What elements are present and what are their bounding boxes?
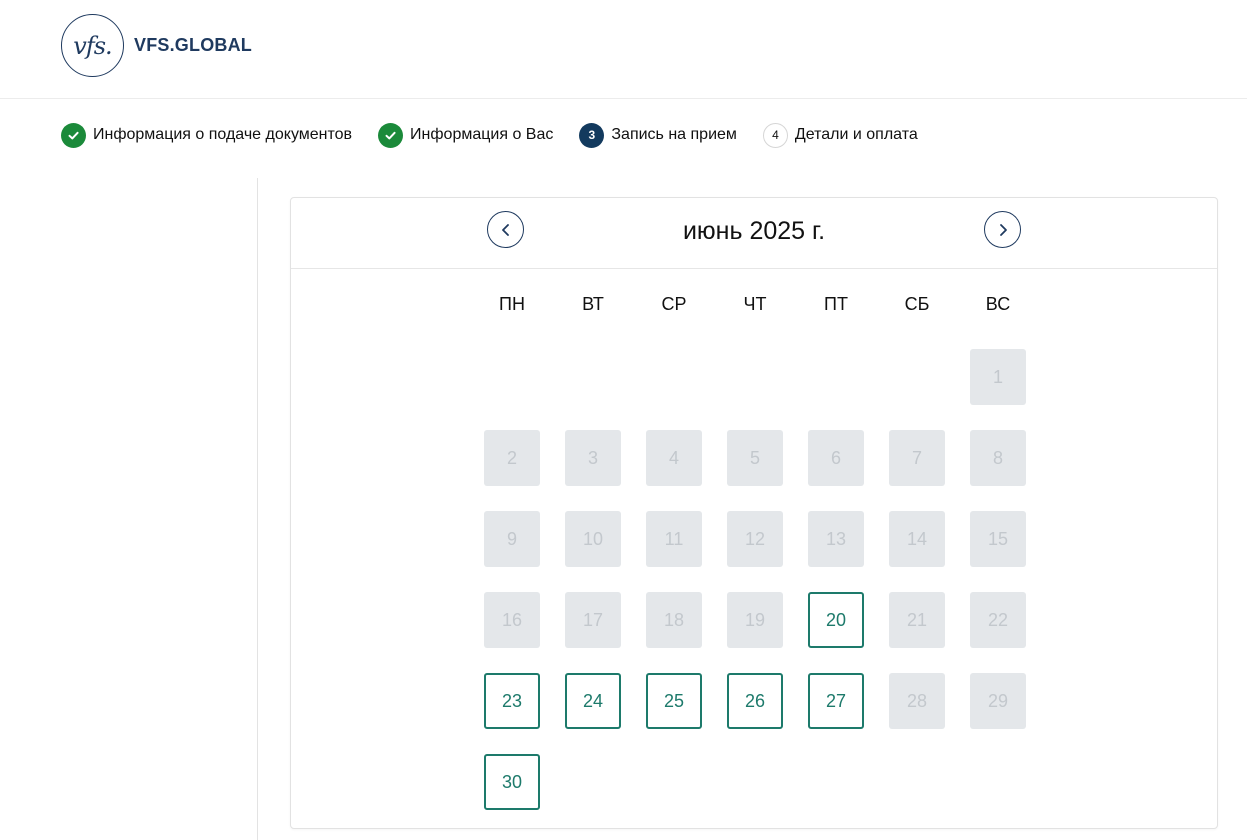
disabled-day-21: 21 — [889, 592, 945, 648]
weekday-header: ВТ — [582, 294, 604, 314]
weekday-header: ЧТ — [743, 294, 767, 314]
weekday-header: ПН — [499, 294, 525, 314]
available-day-24[interactable]: 24 — [565, 673, 621, 729]
disabled-day-28: 28 — [889, 673, 945, 729]
step-4: 4 Детали и оплата — [762, 122, 918, 148]
disabled-day-8: 8 — [970, 430, 1026, 486]
disabled-day-19: 19 — [727, 592, 783, 648]
logo-mark: vfs. — [61, 14, 124, 77]
site-header: vfs. VFS.GLOBAL — [0, 0, 1247, 99]
appointment-calendar: июнь 2025 г. ПН ВТ СР ЧТ ПТ СБ ВС 1 2 3 4 5 6 7 8 9 10 11… — [290, 197, 1218, 829]
sidebar-divider — [257, 178, 258, 840]
disabled-day-3: 3 — [565, 430, 621, 486]
disabled-day-5: 5 — [727, 430, 783, 486]
weekday-header: ПТ — [824, 294, 848, 314]
disabled-day-9: 9 — [484, 511, 540, 567]
step-label: Информация о подаче документов — [93, 126, 353, 143]
progress-stepper: Информация о подаче документов Информация… — [61, 122, 944, 148]
step-2: Информация о Вас — [378, 122, 554, 148]
vfs-global-logo[interactable]: vfs. VFS.GLOBAL — [61, 14, 252, 77]
disabled-day-2: 2 — [484, 430, 540, 486]
previous-month-button[interactable] — [487, 211, 524, 248]
chevron-right-icon — [999, 223, 1007, 236]
step-label: Информация о Вас — [410, 126, 554, 143]
check-circle-icon — [378, 122, 404, 148]
step-3: 3 Запись на прием — [579, 122, 737, 148]
step-label: Запись на прием — [611, 126, 737, 143]
available-day-20[interactable]: 20 — [808, 592, 864, 648]
disabled-day-17: 17 — [565, 592, 621, 648]
available-day-27[interactable]: 27 — [808, 673, 864, 729]
disabled-day-4: 4 — [646, 430, 702, 486]
available-day-26[interactable]: 26 — [727, 673, 783, 729]
disabled-day-13: 13 — [808, 511, 864, 567]
calendar-header: июнь 2025 г. — [291, 198, 1217, 269]
disabled-day-7: 7 — [889, 430, 945, 486]
check-circle-icon — [61, 122, 86, 148]
disabled-day-18: 18 — [646, 592, 702, 648]
disabled-day-1: 1 — [970, 349, 1026, 405]
disabled-day-14: 14 — [889, 511, 945, 567]
disabled-day-29: 29 — [970, 673, 1026, 729]
available-day-30[interactable]: 30 — [484, 754, 540, 810]
weekday-header: СР — [661, 294, 687, 314]
step-number: 4 — [762, 122, 788, 148]
chevron-left-icon — [501, 223, 509, 236]
disabled-day-6: 6 — [808, 430, 864, 486]
disabled-day-11: 11 — [646, 511, 702, 567]
disabled-day-15: 15 — [970, 511, 1026, 567]
weekday-header: СБ — [904, 294, 930, 314]
step-1: Информация о подаче документов — [61, 122, 353, 148]
disabled-day-12: 12 — [727, 511, 783, 567]
disabled-day-22: 22 — [970, 592, 1026, 648]
step-label: Детали и оплата — [794, 126, 918, 143]
available-day-25[interactable]: 25 — [646, 673, 702, 729]
next-month-button[interactable] — [984, 211, 1021, 248]
available-day-23[interactable]: 23 — [484, 673, 540, 729]
month-title: июнь 2025 г. — [682, 217, 826, 245]
weekday-header: ВС — [985, 294, 1011, 314]
disabled-day-10: 10 — [565, 511, 621, 567]
step-number: 3 — [579, 122, 605, 148]
disabled-day-16: 16 — [484, 592, 540, 648]
logo-text: VFS.GLOBAL — [134, 35, 252, 55]
